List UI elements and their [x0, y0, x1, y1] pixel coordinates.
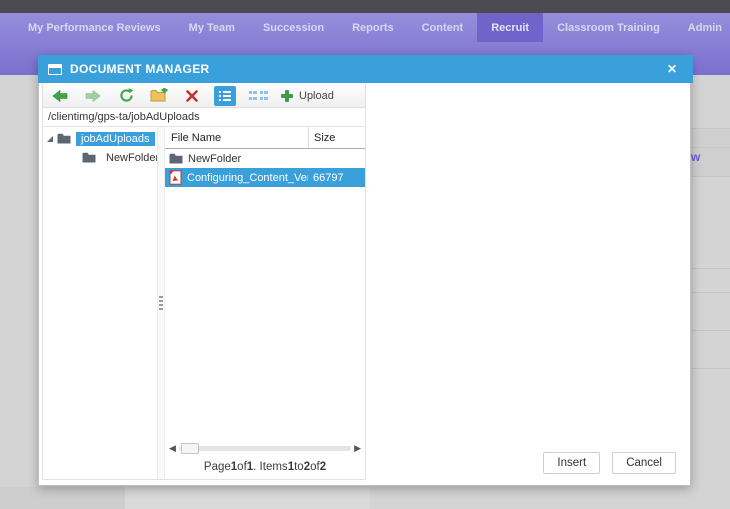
bg-row-line — [690, 176, 730, 177]
bg-row-line — [690, 292, 730, 293]
scroll-left-icon[interactable]: ◀ — [169, 443, 176, 453]
upload-button[interactable]: Upload — [280, 89, 334, 103]
address-path: /clientimg/gps-ta/jobAdUploads — [48, 111, 200, 123]
scrollbar-track[interactable] — [178, 442, 352, 454]
file-list: File Name Size NewFolder Configuring_Cont… — [165, 127, 365, 479]
file-list-header: File Name Size — [165, 127, 365, 149]
pager-segment: . Items — [253, 461, 288, 473]
column-file-name[interactable]: File Name — [165, 132, 308, 144]
bg-row-line — [690, 268, 730, 269]
tree-node-label[interactable]: NewFolder — [101, 151, 157, 165]
file-name-cell: Configuring_Content_Vendor — [165, 170, 308, 185]
nav-item-reports[interactable]: Reports — [338, 13, 408, 42]
bg-row-line — [690, 128, 730, 129]
nav-item-classroom-training[interactable]: Classroom Training — [543, 13, 674, 42]
dialog-footer: Insert Cancel — [543, 452, 676, 474]
grid-view-icon — [248, 91, 268, 100]
bg-bottom-band-light — [125, 487, 370, 509]
upload-label: Upload — [299, 89, 334, 102]
pager-segment: 2 — [319, 461, 327, 473]
back-button[interactable] — [49, 86, 71, 106]
cancel-button[interactable]: Cancel — [612, 452, 676, 474]
pager-segment: to — [294, 461, 304, 473]
forward-button[interactable] — [82, 86, 104, 106]
horizontal-scrollbar[interactable]: ◀ ▶ — [165, 441, 365, 455]
nav-item-recruit[interactable]: Recruit — [477, 13, 544, 42]
nav-item-admin[interactable]: Admin — [674, 13, 730, 42]
nav-item-my-team[interactable]: My Team — [175, 13, 249, 42]
screen: My Performance Reviews My Team Succession R… — [0, 0, 730, 509]
file-size-cell: 66797 — [313, 171, 344, 184]
file-name-text: NewFolder — [188, 152, 242, 165]
folder-icon — [169, 153, 183, 164]
folder-icon — [57, 133, 71, 144]
bg-link-fragment: w — [691, 150, 701, 164]
grid-view-button[interactable] — [247, 86, 269, 106]
file-manager-panels: jobAdUploads NewFolder File Name Size Ne… — [43, 127, 365, 479]
address-bar[interactable]: /clientimg/gps-ta/jobAdUploads — [43, 108, 365, 127]
delete-x-icon — [186, 89, 198, 102]
new-folder-button[interactable] — [148, 86, 170, 106]
refresh-button[interactable] — [115, 86, 137, 106]
nav-item-my-performance-reviews[interactable]: My Performance Reviews — [14, 13, 175, 42]
bg-row-line — [690, 368, 730, 369]
pager-status: Page 1 of 1. Items 1 to 2 of 2 — [165, 455, 365, 479]
file-row-folder[interactable]: NewFolder — [165, 149, 365, 168]
bg-row-line — [690, 330, 730, 331]
scroll-right-icon[interactable]: ▶ — [354, 443, 361, 453]
nav-item-content[interactable]: Content — [408, 13, 478, 42]
column-size[interactable]: Size — [308, 127, 365, 148]
browser-top-strip — [0, 0, 730, 13]
pager-segment: of — [237, 461, 247, 473]
file-list-empty-area — [165, 187, 365, 441]
document-manager-dialog: DOCUMENT MANAGER ✕ Upload /clientimg/gps… — [38, 55, 693, 486]
file-name-cell: NewFolder — [165, 153, 308, 165]
splitter-grip-icon — [159, 296, 163, 310]
tree-children: NewFolder — [43, 148, 157, 167]
expander-icon[interactable] — [47, 135, 53, 142]
tree-node-child[interactable]: NewFolder — [43, 148, 157, 167]
file-row-pdf[interactable]: Configuring_Content_Vendor 66797 — [165, 168, 365, 187]
new-folder-icon — [150, 88, 168, 102]
file-rows: NewFolder Configuring_Content_Vendor 66797 — [165, 149, 365, 187]
nav-item-succession[interactable]: Succession — [249, 13, 338, 42]
panel-splitter[interactable] — [157, 127, 165, 479]
list-view-icon — [219, 90, 231, 101]
delete-button[interactable] — [181, 86, 203, 106]
file-manager: Upload /clientimg/gps-ta/jobAdUploads jo… — [42, 84, 366, 480]
top-nav: My Performance Reviews My Team Succession R… — [0, 13, 730, 42]
tree-node-label[interactable]: jobAdUploads — [76, 131, 155, 146]
folder-icon — [82, 152, 96, 163]
pdf-file-icon — [169, 170, 182, 185]
pager-segment: of — [310, 461, 320, 473]
tree-node-root[interactable]: jobAdUploads — [43, 129, 157, 148]
insert-button[interactable]: Insert — [543, 452, 601, 474]
dialog-title: DOCUMENT MANAGER — [70, 62, 210, 76]
bg-bottom-band — [0, 487, 125, 509]
close-icon[interactable]: ✕ — [661, 60, 683, 78]
scrollbar-thumb[interactable] — [180, 442, 199, 454]
dialog-titlebar: DOCUMENT MANAGER ✕ — [38, 55, 693, 83]
upload-plus-icon — [281, 89, 293, 102]
file-name-text: Configuring_Content_Vendor — [187, 171, 308, 184]
pager-segment: Page — [203, 461, 231, 473]
window-icon — [48, 63, 62, 75]
bg-row-line — [690, 147, 730, 148]
folder-tree: jobAdUploads NewFolder — [43, 127, 157, 479]
file-manager-toolbar: Upload — [43, 84, 365, 108]
forward-arrow-icon — [85, 89, 101, 102]
list-view-button[interactable] — [214, 85, 236, 106]
refresh-icon — [119, 88, 133, 102]
back-arrow-icon — [52, 89, 68, 102]
